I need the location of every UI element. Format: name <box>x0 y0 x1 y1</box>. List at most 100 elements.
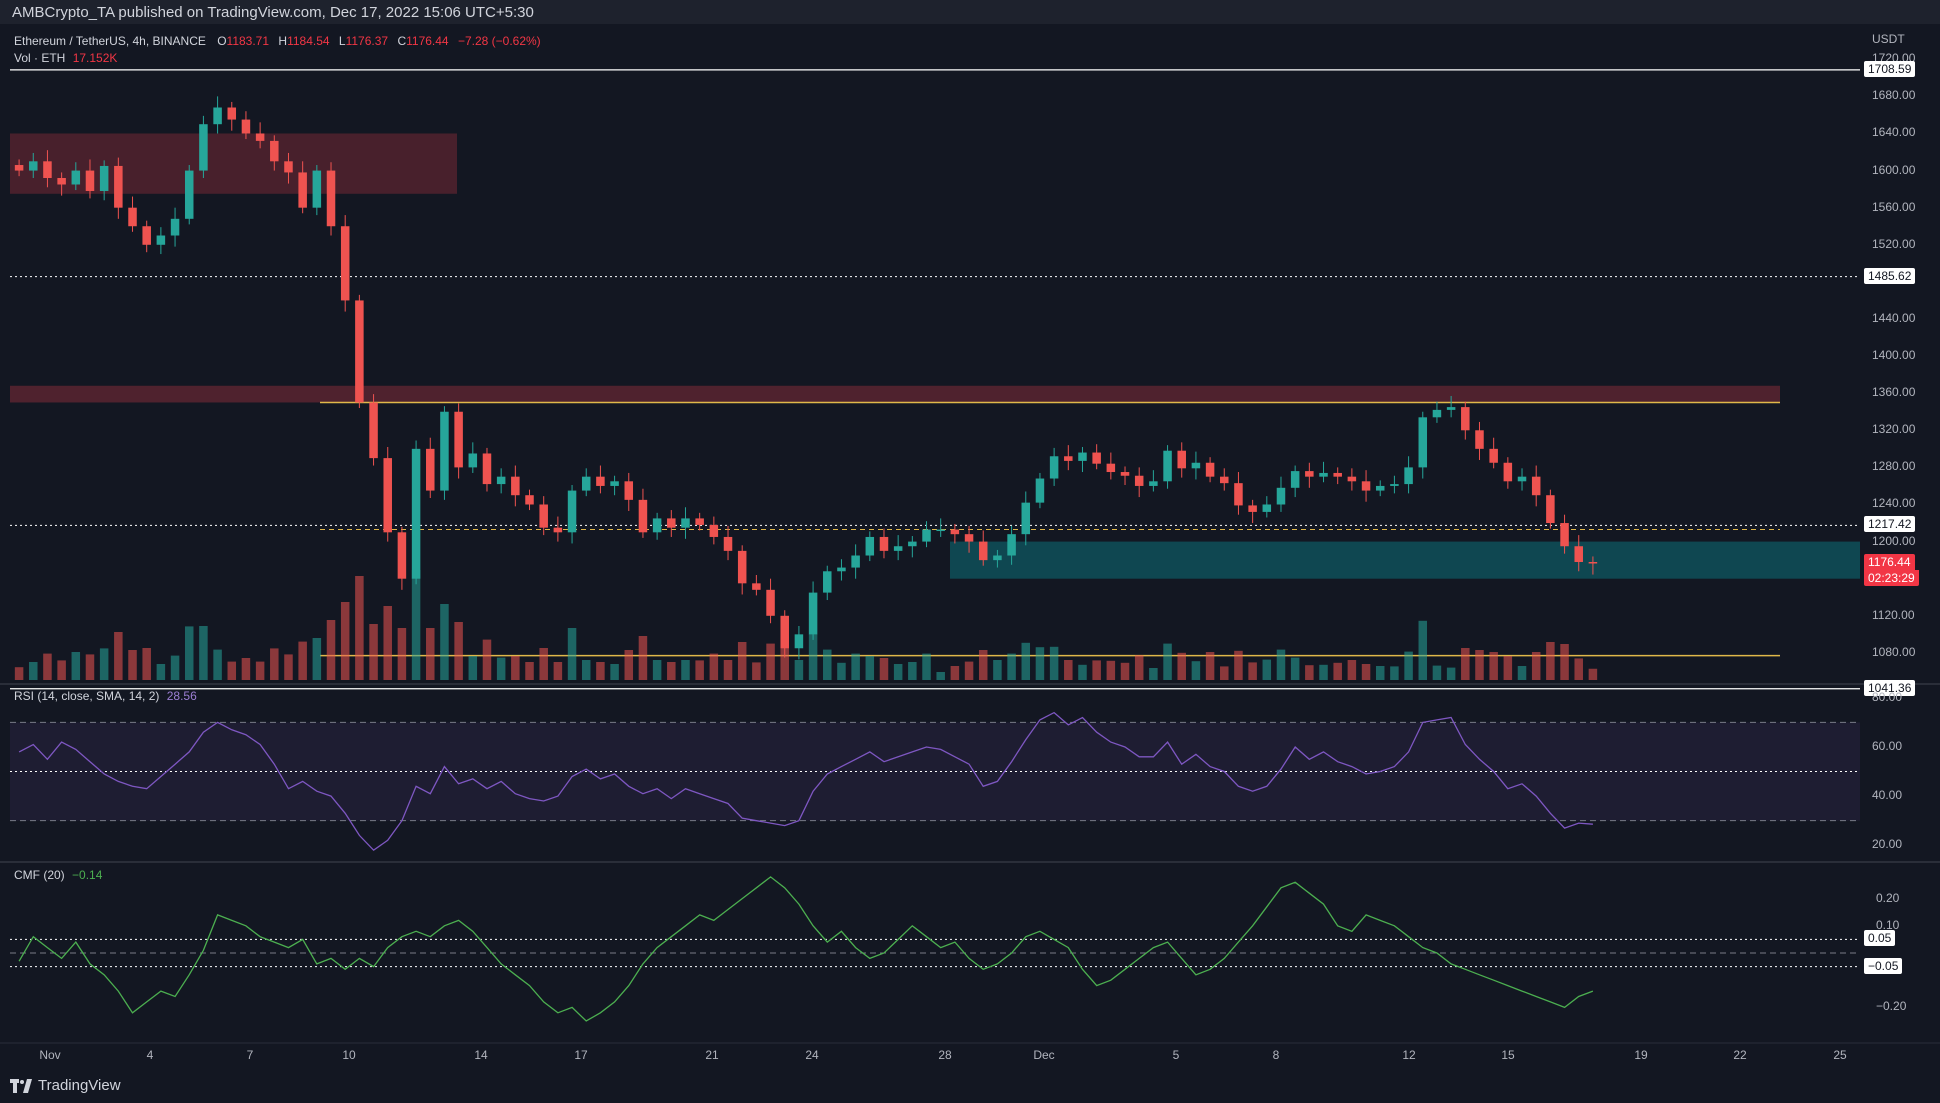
candle-body <box>1446 407 1456 410</box>
volume-bar <box>340 602 350 680</box>
time-tick-label: Dec <box>1033 1048 1055 1062</box>
volume-bar <box>270 648 279 680</box>
volume-bar <box>1234 650 1243 680</box>
candle-body <box>681 518 690 528</box>
candle-body <box>199 124 208 171</box>
volume-bar <box>496 657 506 680</box>
candle-body <box>1134 475 1144 486</box>
candle-body <box>1418 417 1428 468</box>
volume-bar <box>1446 667 1456 680</box>
price-tick-label: 1360.00 <box>1872 385 1916 400</box>
volume-bar <box>1064 660 1073 680</box>
candle-body <box>581 476 591 491</box>
candle-body <box>851 555 860 568</box>
candle-body <box>964 534 974 542</box>
tradingview-logo[interactable]: TradingView <box>10 1077 121 1094</box>
candle-body <box>667 518 676 528</box>
volume-bar <box>596 662 605 680</box>
volume-bar <box>1574 658 1583 680</box>
volume-bar <box>1092 660 1101 680</box>
candle-body <box>14 165 24 171</box>
volume-bar <box>1049 646 1059 680</box>
price-tick-label: 1280.00 <box>1872 459 1916 474</box>
symbol-name: Ethereum / TetherUS, 4h, BINANCE <box>14 34 206 48</box>
volume-bar <box>624 650 634 680</box>
candle-body <box>624 481 634 500</box>
volume-bar <box>865 656 875 680</box>
volume-bar <box>1361 664 1371 680</box>
candle-body <box>1489 448 1498 463</box>
price-tick-label: 1640.00 <box>1872 125 1916 140</box>
volume-bar <box>1461 648 1470 680</box>
tradingview-brand: TradingView <box>38 1077 121 1094</box>
price-tick-label: 1560.00 <box>1872 199 1916 214</box>
volume-bar <box>1163 643 1172 680</box>
candle-body <box>397 532 407 579</box>
volume-bar <box>1248 662 1257 680</box>
candle-body <box>1064 456 1073 461</box>
volume-bar <box>1517 666 1527 680</box>
time-tick-label: 22 <box>1733 1048 1747 1062</box>
close-label: C <box>397 34 407 48</box>
time-tick-label: 21 <box>705 1048 719 1062</box>
candle-body <box>326 170 336 227</box>
candle-body <box>241 119 251 134</box>
volume-bar <box>581 660 591 680</box>
volume-bar <box>908 662 917 680</box>
price-tick-label: 1120.00 <box>1872 607 1915 622</box>
time-tick-label: 28 <box>938 1048 952 1062</box>
candle-body <box>1248 505 1257 512</box>
candle-body <box>752 583 761 590</box>
time-tick-label: 7 <box>246 1048 254 1062</box>
volume-bar <box>255 661 265 680</box>
volume-bar <box>1191 661 1201 680</box>
candle-body <box>298 172 307 208</box>
volume-bar <box>142 648 151 680</box>
price-tick-label: 1600.00 <box>1872 162 1916 177</box>
publish-bar: AMBCrypto_TA published on TradingView.co… <box>0 0 1940 24</box>
candle-body <box>1049 456 1059 479</box>
volume-bar <box>326 620 336 680</box>
candle-body <box>652 518 662 533</box>
candle-body <box>340 226 350 301</box>
volume-bar <box>553 662 563 680</box>
volume-bar <box>1035 647 1045 680</box>
candle-body <box>1007 534 1016 556</box>
volume-value: 17.152K <box>72 51 118 65</box>
volume-bar <box>170 655 180 680</box>
time-tick-label: 10 <box>342 1048 356 1062</box>
volume-bars <box>14 570 1598 680</box>
volume-bar <box>312 638 322 680</box>
open-label: O <box>217 34 227 48</box>
volume-bar <box>1305 665 1314 680</box>
candle-body <box>355 300 364 403</box>
candle-body <box>567 490 577 533</box>
volume-bar <box>1021 642 1031 680</box>
chart-canvas[interactable] <box>0 24 1940 1071</box>
high-label: H <box>278 34 288 48</box>
candle-body <box>511 476 520 496</box>
candle-body <box>156 235 166 245</box>
volume-bar <box>411 570 421 680</box>
rsi-pane <box>10 711 1860 852</box>
candle-body <box>1205 462 1215 477</box>
open-value: 1183.71 <box>226 34 270 48</box>
time-tick-label: 14 <box>474 1048 488 1062</box>
time-tick-label: 4 <box>146 1048 154 1062</box>
volume-bar <box>440 604 449 680</box>
volume-bar <box>567 628 577 680</box>
volume-bar <box>766 643 775 680</box>
volume-bar <box>1531 652 1541 680</box>
candle-body <box>1475 430 1484 449</box>
volume-bar <box>752 662 761 680</box>
low-label: L <box>338 34 346 48</box>
price-tick-label: 1200.00 <box>1872 533 1916 548</box>
candle-body <box>284 161 293 173</box>
volume-bar <box>511 656 520 680</box>
candle-body <box>29 161 38 171</box>
candle-body <box>780 615 789 649</box>
demand-zone <box>950 541 1860 579</box>
volume-bar <box>737 642 747 680</box>
volume-bar <box>1560 644 1569 680</box>
volume-bar <box>114 632 123 680</box>
